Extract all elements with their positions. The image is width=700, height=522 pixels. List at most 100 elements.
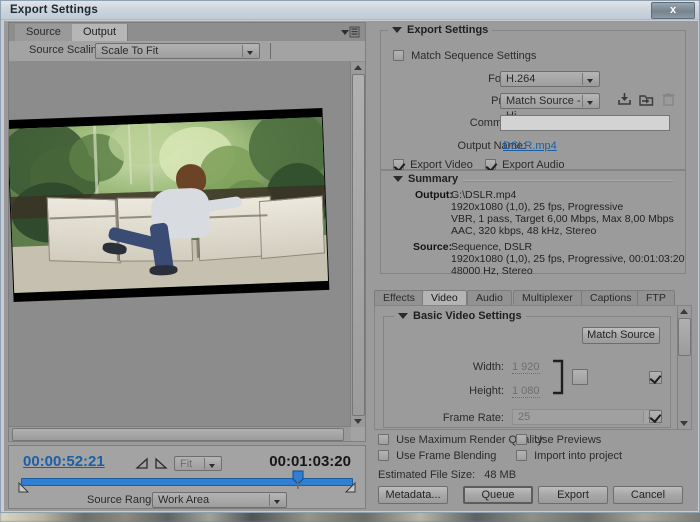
format-value: H.264	[506, 73, 536, 85]
tab-audio[interactable]: Audio	[467, 290, 512, 305]
chevron-down-icon[interactable]	[582, 95, 598, 107]
zoom-level-value: Fit	[180, 458, 193, 470]
tab-effects[interactable]: Effects	[374, 290, 424, 305]
chevron-down-icon[interactable]	[242, 45, 258, 57]
save-preset-icon[interactable]	[617, 92, 632, 110]
cancel-button[interactable]: Cancel	[613, 486, 683, 504]
basic-video-settings-twirl-icon[interactable]	[398, 313, 408, 320]
crate	[258, 195, 325, 260]
height-value[interactable]: 1 080	[512, 385, 540, 398]
scroll-down-icon[interactable]	[680, 421, 688, 426]
width-height-enable-checkbox[interactable]	[649, 371, 662, 384]
tab-ftp[interactable]: FTP	[637, 290, 675, 305]
import-into-project-row[interactable]: Import into project	[516, 450, 622, 462]
summary-twirl-icon[interactable]	[393, 176, 403, 183]
summary-output-line: G:\DSLR.mp4	[451, 189, 517, 201]
set-out-point-icon[interactable]	[154, 457, 168, 470]
title-bar: Export Settings x	[1, 1, 699, 20]
preview-horizontal-scrollbar[interactable]	[9, 426, 351, 441]
set-in-point-icon[interactable]	[135, 457, 149, 470]
video-frame-image	[9, 117, 329, 293]
use-previews-row[interactable]: Use Previews	[516, 434, 601, 446]
basic-video-settings-title: Basic Video Settings	[413, 310, 522, 322]
video-settings-scrollbar[interactable]	[677, 306, 691, 429]
use-maximum-render-quality-checkbox[interactable]	[378, 434, 389, 445]
preview-panel: Source Output Source Scaling: Scale To F…	[8, 22, 366, 442]
preview-vscroll-thumb[interactable]	[352, 74, 365, 416]
import-into-project-label: Import into project	[534, 450, 623, 462]
preview-hscroll-thumb[interactable]	[12, 428, 344, 441]
export-settings-twirl-icon[interactable]	[392, 27, 402, 34]
output-name-link[interactable]: DSLR.mp4	[503, 140, 557, 152]
export-button[interactable]: Export	[538, 486, 608, 504]
preview-vertical-scrollbar[interactable]	[350, 62, 365, 427]
chevron-down-icon[interactable]	[204, 458, 220, 469]
height-label: Height:	[469, 385, 504, 397]
use-frame-blending-checkbox[interactable]	[378, 450, 389, 461]
tab-output[interactable]: Output	[72, 24, 129, 41]
video-settings-scroll-thumb[interactable]	[678, 318, 691, 356]
queue-button[interactable]: Queue	[463, 486, 533, 504]
summary-source-line: 48000 Hz, Stereo	[451, 265, 533, 277]
scroll-up-icon[interactable]	[354, 65, 362, 70]
tab-multiplexer[interactable]: Multiplexer	[513, 290, 582, 305]
comments-input[interactable]	[500, 115, 670, 131]
app-body: Source Output Source Scaling: Scale To F…	[4, 21, 698, 511]
match-source-button[interactable]: Match Source	[582, 327, 660, 344]
export-settings-group: Export Settings Match Sequence Settings …	[380, 24, 686, 171]
playhead[interactable]	[291, 470, 305, 490]
source-range-dropdown[interactable]: Work Area	[152, 492, 287, 508]
out-point-handle[interactable]	[344, 481, 356, 493]
use-frame-blending-row[interactable]: Use Frame Blending	[378, 450, 496, 462]
window-title: Export Settings	[10, 4, 98, 16]
current-timecode[interactable]: 00:00:52:21	[23, 453, 105, 470]
source-range-value: Work Area	[158, 494, 210, 506]
zoom-level-dropdown[interactable]: Fit	[174, 456, 222, 471]
tab-captions[interactable]: Captions	[581, 290, 641, 305]
preset-dropdown[interactable]: Match Source - Hi...	[500, 93, 600, 122]
frame-rate-value: 25	[518, 411, 531, 423]
frame-rate-dropdown[interactable]: 25	[512, 409, 660, 425]
summary-output-label: Output:	[415, 189, 453, 201]
width-value[interactable]: 1 920	[512, 361, 540, 374]
estimated-file-size-label: Estimated File Size:	[378, 469, 476, 481]
export-audio-checkbox[interactable]	[485, 159, 496, 170]
chevron-down-icon[interactable]	[582, 73, 598, 85]
match-sequence-settings-checkbox[interactable]	[393, 50, 404, 61]
match-sequence-settings-row[interactable]: Match Sequence Settings	[393, 50, 536, 62]
metadata-button[interactable]: Metadata...	[378, 486, 448, 504]
width-label: Width:	[472, 361, 504, 373]
timeline-panel: 00:00:52:21 Fit 00:01:03:20 Source Range…	[8, 445, 366, 509]
link-aspect-checkbox[interactable]	[572, 369, 588, 385]
toolbar-divider	[270, 43, 271, 59]
format-dropdown[interactable]: H.264	[500, 71, 600, 87]
summary-output-line: 1920x1080 (1,0), 25 fps, Progressive	[451, 201, 624, 213]
scroll-up-icon[interactable]	[680, 309, 688, 314]
import-into-project-checkbox[interactable]	[516, 450, 527, 461]
summary-source-line: Sequence, DSLR	[451, 241, 533, 253]
video-preview[interactable]	[9, 62, 351, 427]
chevron-down-icon[interactable]	[269, 494, 285, 506]
frame-rate-label: Frame Rate:	[442, 412, 504, 424]
estimated-file-size-value: 48 MB	[484, 469, 517, 481]
delete-preset-icon	[662, 92, 675, 110]
import-preset-icon[interactable]	[639, 92, 654, 110]
panel-menu-icon[interactable]	[340, 26, 360, 38]
source-scaling-dropdown[interactable]: Scale To Fit	[95, 43, 260, 59]
tab-source[interactable]: Source	[15, 24, 73, 41]
in-point-handle[interactable]	[18, 481, 30, 493]
use-previews-label: Use Previews	[534, 434, 602, 446]
use-previews-checkbox[interactable]	[516, 434, 527, 445]
scroll-down-icon[interactable]	[354, 419, 362, 424]
settings-panel: Export Settings Match Sequence Settings …	[372, 22, 694, 509]
match-sequence-settings-label: Match Sequence Settings	[411, 50, 537, 62]
tab-video[interactable]: Video	[422, 290, 467, 305]
link-aspect-bracket-icon	[552, 359, 566, 398]
close-button[interactable]: x	[651, 2, 695, 19]
summary-divider	[463, 180, 673, 182]
frame-rate-enable-checkbox[interactable]	[649, 410, 662, 423]
export-video-checkbox[interactable]	[393, 159, 404, 170]
video-settings-pane: Basic Video Settings Match Source Width:…	[374, 305, 692, 430]
summary-output-line: AAC, 320 kbps, 48 kHz, Stereo	[451, 225, 597, 237]
export-settings-title: Export Settings	[407, 24, 489, 36]
